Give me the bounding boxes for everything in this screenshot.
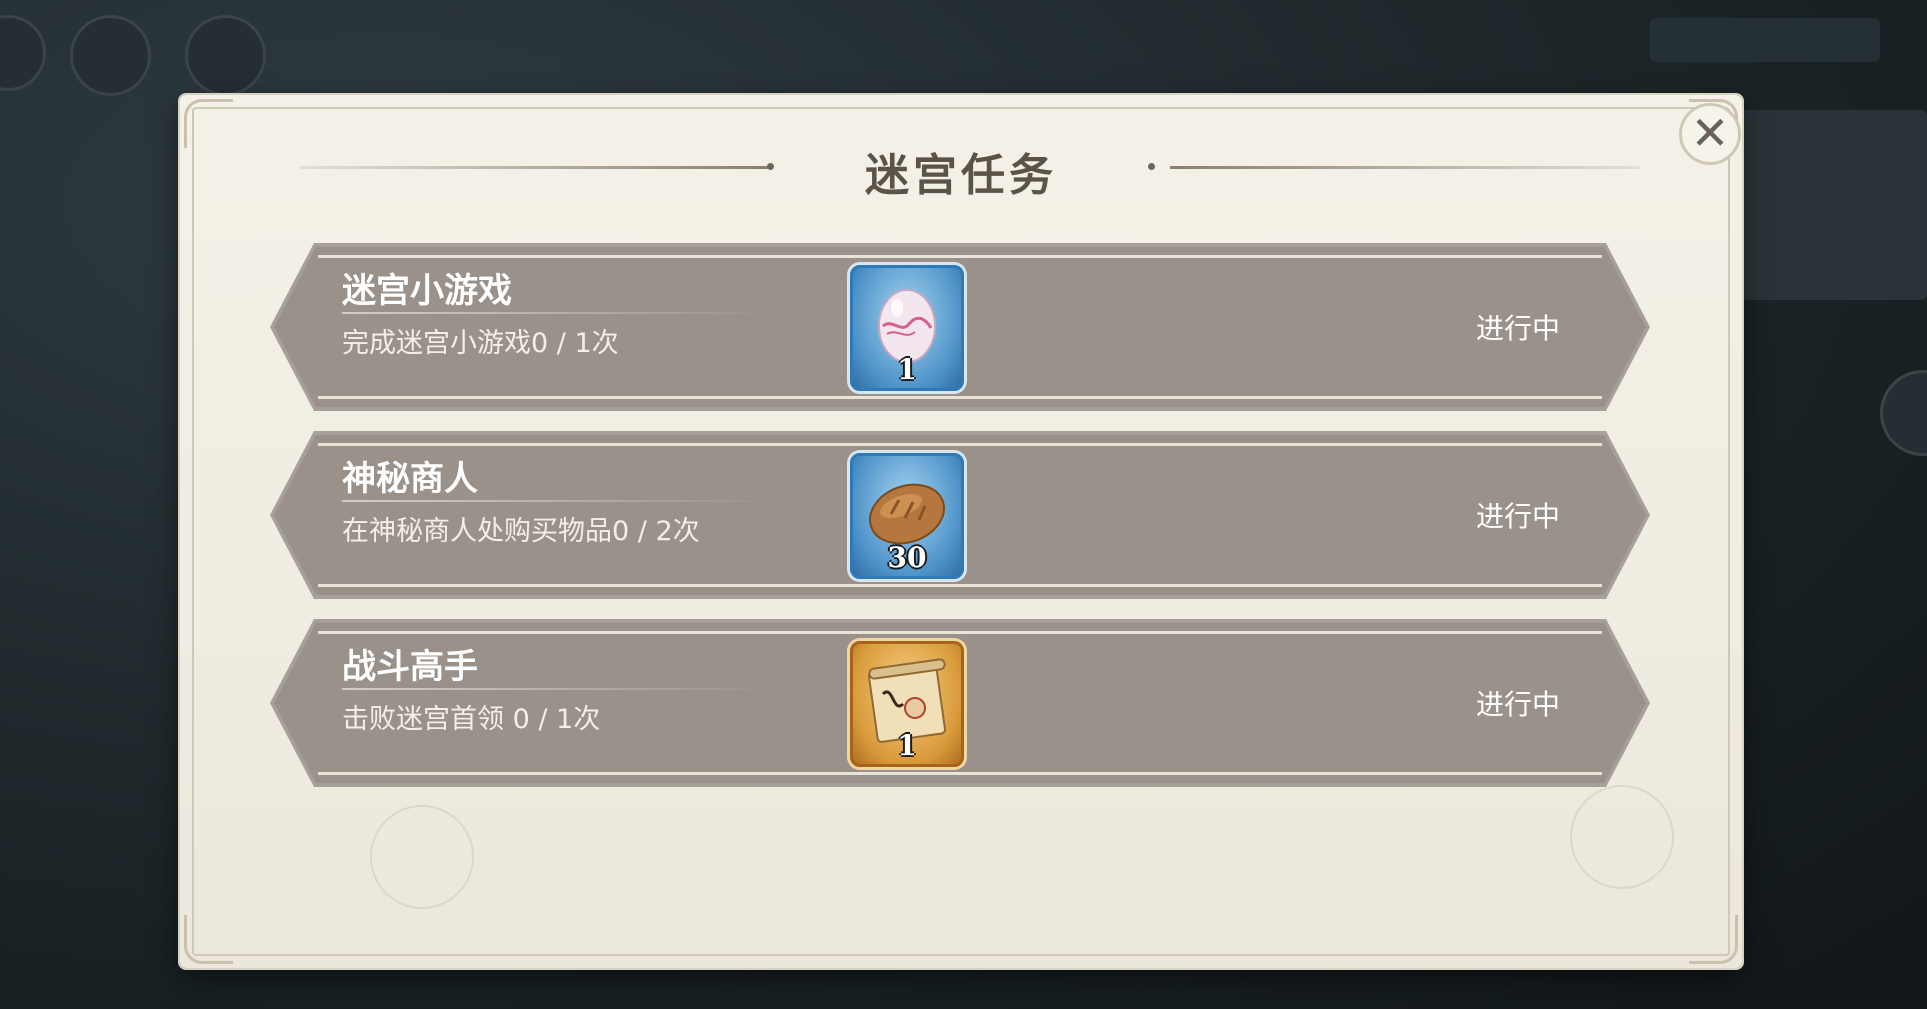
bg-hud-button-1: [0, 15, 46, 91]
decorative-emblem: [370, 805, 474, 909]
reward-item[interactable]: 30: [850, 453, 964, 579]
task-name: 迷宫小游戏: [342, 271, 512, 311]
task-status: 进行中: [1475, 688, 1560, 721]
task-status: 进行中: [1475, 312, 1560, 345]
task-description: 在神秘商人处购买物品0 / 2次: [342, 516, 700, 547]
bg-hud-button-2: [70, 15, 151, 96]
close-button[interactable]: ✕: [1679, 103, 1741, 165]
task-row-edge: [318, 772, 1602, 775]
reward-item[interactable]: 1: [850, 641, 964, 767]
task-row[interactable]: 迷宫小游戏 完成迷宫小游戏0 / 1次 1 进行中: [270, 243, 1650, 411]
reward-quantity: 30: [887, 541, 927, 574]
reward-item[interactable]: 1: [850, 265, 964, 391]
title-divider: [1170, 166, 1640, 169]
task-description: 击败迷宫首领 0 / 1次: [342, 704, 601, 735]
dialog-title: 迷宫任务: [865, 150, 1057, 201]
reward-quantity: 1: [897, 729, 917, 762]
dialog-header: 迷宫任务: [180, 135, 1742, 201]
title-dot: [1148, 163, 1155, 170]
task-description: 完成迷宫小游戏0 / 1次: [342, 328, 619, 359]
task-status: 进行中: [1475, 500, 1560, 533]
bg-right-panel: [1740, 110, 1927, 300]
reward-quantity: 1: [897, 353, 917, 386]
task-name-underline: [342, 500, 772, 502]
maze-task-dialog: 迷宫任务 ✕ 迷宫小游戏 完成迷宫小游戏0 / 1次 1 进行中 神秘商人 在神…: [180, 95, 1742, 968]
task-name: 战斗高手: [342, 647, 478, 687]
task-row[interactable]: 战斗高手 击败迷宫首领 0 / 1次 1 进行中: [270, 619, 1650, 787]
decorative-emblem: [1570, 785, 1674, 889]
task-row-edge: [318, 255, 1602, 258]
task-row-edge: [318, 443, 1602, 446]
task-name-underline: [342, 312, 772, 314]
task-row[interactable]: 神秘商人 在神秘商人处购买物品0 / 2次 30 进行中: [270, 431, 1650, 599]
task-row-edge: [318, 584, 1602, 587]
task-row-edge: [318, 396, 1602, 399]
task-name-underline: [342, 688, 772, 690]
bg-top-right-bar: [1650, 18, 1880, 62]
frame-corner: [1689, 915, 1738, 964]
bg-right-circle: [1880, 370, 1927, 456]
bg-hud-button-3: [185, 15, 266, 96]
frame-corner: [184, 915, 233, 964]
task-row-edge: [318, 631, 1602, 634]
task-name: 神秘商人: [342, 459, 478, 499]
